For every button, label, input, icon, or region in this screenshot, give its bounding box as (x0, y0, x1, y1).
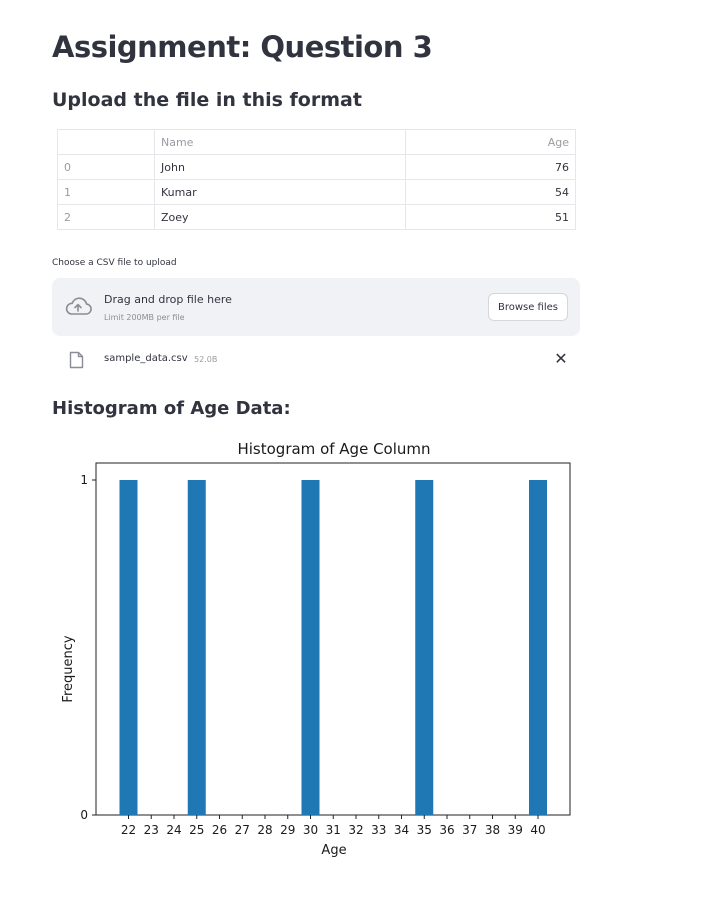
chart-title: Histogram of Age Column (237, 440, 430, 458)
x-tick-label: 25 (189, 823, 204, 837)
y-tick-label: 0 (80, 808, 88, 822)
remove-file-button[interactable]: ✕ (552, 350, 570, 368)
x-tick-label: 24 (166, 823, 181, 837)
sample-format-table: Name Age 0 John 76 1 Kumar 54 2 Zoey 51 (57, 129, 576, 230)
cloud-upload-icon (65, 297, 92, 315)
chart-bars (119, 480, 547, 815)
cell-age[interactable]: 76 (405, 154, 576, 180)
chart-plot-frame (95, 462, 571, 816)
x-tick-label: 38 (485, 823, 500, 837)
histogram-bar (301, 480, 320, 815)
uploaded-file-size: 52.0B (194, 355, 218, 364)
table-header-row: Name Age (57, 129, 576, 155)
table-row: 0 John 76 (57, 154, 576, 180)
table-header-name[interactable]: Name (154, 129, 406, 155)
page-subtitle: Upload the file in this format (52, 89, 362, 111)
table-header-index[interactable] (57, 129, 155, 155)
table-row: 2 Zoey 51 (57, 204, 576, 230)
x-tick-label: 22 (121, 823, 136, 837)
file-dropzone[interactable]: Drag and drop file here Limit 200MB per … (52, 278, 580, 336)
dropzone-instructions: Drag and drop file here (104, 293, 232, 306)
x-tick-label: 27 (235, 823, 250, 837)
x-tick-label: 34 (394, 823, 409, 837)
x-tick-label: 30 (303, 823, 318, 837)
x-tick-label: 40 (530, 823, 545, 837)
chart-y-axis-label: Frequency (61, 635, 76, 702)
histogram-bar (415, 480, 434, 815)
x-tick-label: 39 (508, 823, 523, 837)
x-tick-label: 26 (212, 823, 227, 837)
histogram-heading: Histogram of Age Data: (52, 398, 291, 419)
page-title: Assignment: Question 3 (52, 30, 433, 64)
dropzone-limit: Limit 200MB per file (104, 313, 185, 322)
browse-files-button[interactable]: Browse files (487, 293, 568, 321)
uploaded-file-item: sample_data.csv 52.0B ✕ (52, 344, 580, 374)
cell-name[interactable]: Kumar (154, 179, 406, 205)
file-icon (69, 351, 84, 369)
histogram-bar (119, 480, 138, 815)
x-tick-label: 35 (417, 823, 432, 837)
x-tick-label: 31 (326, 823, 341, 837)
x-tick-label: 37 (462, 823, 477, 837)
histogram-bar (529, 480, 547, 815)
cell-age[interactable]: 51 (405, 204, 576, 230)
histogram-bar (187, 480, 206, 815)
row-index: 0 (57, 154, 155, 180)
cell-name[interactable]: John (154, 154, 406, 180)
age-histogram-chart: Histogram of Age Column 22 23 24 25 26 27 28 29… (61, 440, 571, 858)
x-tick-label: 28 (257, 823, 272, 837)
uploaded-file-name: sample_data.csv (104, 353, 188, 364)
x-tick-label: 36 (439, 823, 454, 837)
y-tick-label: 1 (80, 473, 88, 487)
row-index: 2 (57, 204, 155, 230)
x-tick-label: 23 (144, 823, 159, 837)
x-tick-label: 29 (280, 823, 295, 837)
cell-age[interactable]: 54 (405, 179, 576, 205)
chart-y-ticks: 01 (80, 473, 96, 822)
table-header-age[interactable]: Age (405, 129, 576, 155)
chart-x-ticks: 22 23 24 25 26 27 28 29 30 31 32 33 34 35 36 37 38 39 40 (121, 815, 546, 837)
chart-x-axis-label: Age (321, 843, 346, 858)
x-tick-label: 33 (371, 823, 386, 837)
cell-name[interactable]: Zoey (154, 204, 406, 230)
x-tick-label: 32 (348, 823, 363, 837)
table-row: 1 Kumar 54 (57, 179, 576, 205)
file-uploader-label: Choose a CSV file to upload (52, 258, 177, 268)
row-index: 1 (57, 179, 155, 205)
